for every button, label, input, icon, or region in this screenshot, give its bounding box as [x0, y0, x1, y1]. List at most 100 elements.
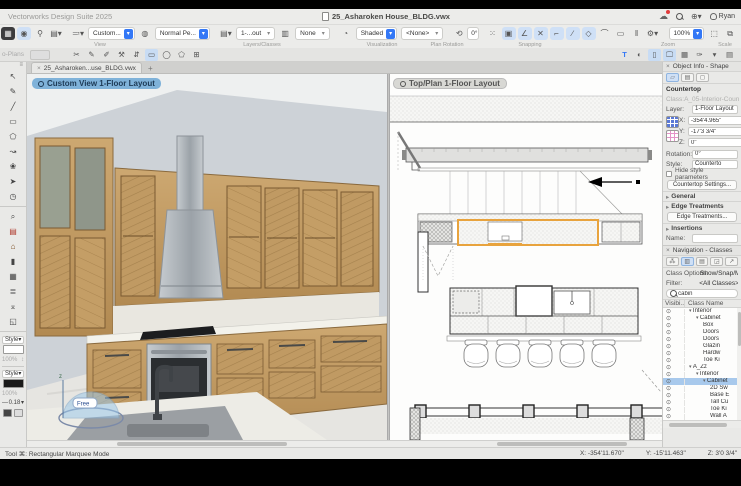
section-general[interactable]: General: [663, 191, 741, 201]
image-icon[interactable]: ▦: [678, 49, 691, 61]
document-tab[interactable]: × 25_Asharoken...use_BLDG.vwx: [31, 62, 142, 73]
rectangle-tool-icon[interactable]: ▭: [4, 114, 22, 129]
window-tool-icon[interactable]: ▦: [4, 269, 22, 284]
alignment-grid-icon[interactable]: [666, 130, 679, 142]
visibility-eye-icon[interactable]: [663, 414, 685, 420]
classes-horizontal-scrollbar[interactable]: [663, 420, 741, 428]
active-tool-icon[interactable]: ▦: [1, 27, 15, 40]
section-edge-treatments[interactable]: Edge Treatments: [663, 201, 741, 211]
panel-close-icon[interactable]: ×: [666, 247, 670, 254]
fill-color-swatch[interactable]: [3, 345, 24, 354]
panel-close-icon[interactable]: ×: [666, 63, 670, 70]
wall-tool-icon[interactable]: ▤: [4, 224, 22, 239]
stair-tool-icon[interactable]: ≣: [4, 284, 22, 299]
caret-icon[interactable]: ▾: [708, 49, 721, 61]
snap-smart-point-icon[interactable]: ⌐: [550, 27, 564, 40]
user-account-button[interactable]: Ryan: [710, 13, 735, 20]
arc-tool-icon[interactable]: ◷: [4, 189, 22, 204]
text-tool-icon[interactable]: T: [618, 49, 631, 61]
grid-marquee-mode-icon[interactable]: ⊞: [190, 49, 203, 61]
selection-tool-icon[interactable]: ↖: [4, 69, 22, 84]
nav-tab-saved-views-icon[interactable]: ↗: [725, 257, 738, 266]
marquee-zoom-icon[interactable]: ⬚: [707, 27, 721, 40]
visibility-eye-icon[interactable]: [663, 316, 685, 322]
class-row[interactable]: Glazin: [663, 343, 741, 350]
view-preset-dropdown[interactable]: Custom...▾: [88, 27, 135, 40]
plane-mode-dropdown[interactable]: [30, 50, 50, 60]
xacto-mode-icon[interactable]: ✂: [70, 49, 83, 61]
class-row[interactable]: Cabinet: [663, 315, 741, 322]
tab-close-icon[interactable]: ×: [37, 65, 41, 72]
vertical-scrollbar[interactable]: [737, 308, 741, 420]
scrollbar-thumb[interactable]: [117, 442, 287, 446]
class-options-dropdown[interactable]: Show/Snap/M: [700, 270, 738, 277]
tape-measure-icon[interactable]: ▭: [614, 27, 628, 40]
nav-tab-layers-icon[interactable]: ⁂: [666, 257, 679, 266]
pen-style-dropdown[interactable]: Style▾: [2, 370, 24, 378]
snap-tangent-icon[interactable]: ⌒: [598, 27, 612, 40]
export-icon[interactable]: ▤▾: [49, 27, 63, 40]
reference-dropdown[interactable]: <None>▾: [401, 27, 443, 40]
line-tool-icon[interactable]: ╱: [4, 99, 22, 114]
plan-rotation-icon[interactable]: ⟲: [452, 27, 466, 40]
visibility-eye-icon[interactable]: [663, 351, 685, 357]
visibility-eye-icon[interactable]: [663, 344, 685, 350]
freeform-tool-icon[interactable]: ↝: [4, 144, 22, 159]
render-mode-dropdown[interactable]: Shaded▾: [356, 27, 397, 40]
visibility-eye-icon[interactable]: [663, 358, 685, 364]
polygon-marquee-mode-icon[interactable]: ⬠: [175, 49, 188, 61]
house-tool-icon[interactable]: ⌂: [4, 239, 22, 254]
hide-style-checkbox[interactable]: [666, 171, 672, 177]
hatch-swatch-icon[interactable]: [14, 409, 23, 417]
layer-dropdown[interactable]: 1-Floor Layout: [692, 105, 738, 114]
visibility-eye-icon[interactable]: [663, 323, 685, 329]
flower-tool-icon[interactable]: ❀: [4, 159, 22, 174]
class-row[interactable]: Interior: [663, 308, 741, 315]
contrast-icon[interactable]: ◐: [633, 49, 646, 61]
class-row[interactable]: 2D Sw: [663, 385, 741, 392]
scrollbar-thumb[interactable]: [738, 312, 741, 346]
visibility-eye-icon[interactable]: [663, 337, 685, 343]
active-layer-dropdown[interactable]: 1-...out▾: [236, 27, 275, 40]
zoom-tool-icon[interactable]: ⌕: [4, 209, 22, 224]
nav-tab-viewports-icon[interactable]: ◲: [710, 257, 723, 266]
snapping-settings-gear-icon[interactable]: ⚙▾: [646, 27, 660, 40]
insertion-point-grid-icon[interactable]: [666, 116, 679, 128]
visibility-eye-icon[interactable]: [663, 372, 685, 378]
swap-mode-icon[interactable]: ⇵: [130, 49, 143, 61]
class-row[interactable]: Box: [663, 322, 741, 329]
visibility-eye-icon[interactable]: [663, 309, 685, 315]
active-class-dropdown[interactable]: None▾: [295, 27, 330, 40]
z-coordinate-field[interactable]: [688, 138, 741, 147]
snap-angle-icon[interactable]: ∠: [518, 27, 532, 40]
class-row[interactable]: Wall A: [663, 413, 741, 420]
snap-object-icon[interactable]: ▣: [502, 27, 516, 40]
zoom-dropdown[interactable]: 100%▾: [669, 27, 705, 40]
saved-views-icon[interactable]: ≕▾: [71, 27, 85, 40]
visibility-tool-icon[interactable]: ◉: [17, 27, 31, 40]
name-field[interactable]: [692, 234, 738, 243]
visibility-eye-icon[interactable]: [663, 386, 685, 392]
pause-snapping-icon[interactable]: ‖: [630, 27, 644, 40]
viewport-3d[interactable]: Custom View 1-Floor Layout: [27, 74, 387, 440]
camera-tool-icon[interactable]: ◱: [4, 314, 22, 329]
visibility-eye-icon[interactable]: [663, 365, 685, 371]
oval-marquee-mode-icon[interactable]: ◯: [160, 49, 173, 61]
scrollbar-thumb[interactable]: [497, 442, 627, 446]
marker-swatch-icon[interactable]: [3, 409, 12, 417]
visibility-eye-icon[interactable]: [663, 393, 685, 399]
walk-mode-icon[interactable]: ⚒: [115, 49, 128, 61]
pen-tool-icon[interactable]: ✎: [4, 84, 22, 99]
paint-icon[interactable]: ✑: [693, 49, 706, 61]
column-visibility[interactable]: Visibi...: [663, 300, 685, 307]
countertop-settings-button[interactable]: Countertop Settings...: [667, 180, 737, 190]
y-coordinate-field[interactable]: [688, 127, 741, 136]
tab-data-icon[interactable]: ▤: [681, 73, 694, 82]
globe-menu-icon[interactable]: ⊕▾: [691, 12, 702, 21]
class-search-input[interactable]: [678, 291, 734, 297]
section-insertions[interactable]: Insertions: [663, 223, 741, 233]
class-row[interactable]: Doors: [663, 336, 741, 343]
x-coordinate-field[interactable]: [688, 116, 741, 125]
class-row[interactable]: Toe Ki: [663, 357, 741, 364]
snap-intersection-icon[interactable]: ✕: [534, 27, 548, 40]
